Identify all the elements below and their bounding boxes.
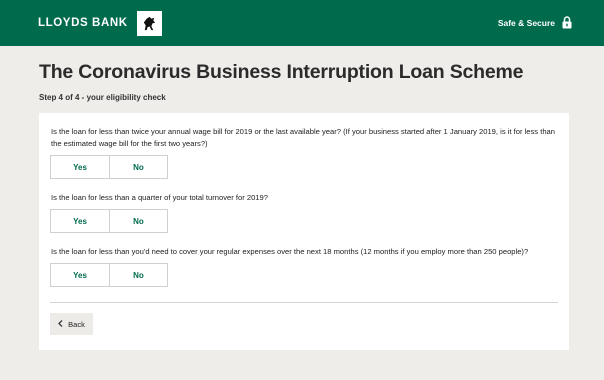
yes-button[interactable]: Yes [51, 264, 109, 286]
no-button[interactable]: No [109, 156, 167, 178]
safe-secure-label: Safe & Secure [497, 18, 555, 28]
page-title: The Coronavirus Business Interruption Lo… [39, 61, 524, 83]
lock-icon [562, 15, 572, 31]
answer-group-turnover: Yes No [50, 209, 168, 233]
question-regular-expenses: Is the loan for less than you'd need to … [51, 247, 529, 256]
question-turnover: Is the loan for less than a quarter of y… [51, 193, 268, 202]
horse-logo-icon [136, 10, 162, 36]
back-label: Back [68, 319, 85, 329]
eligibility-card: Is the loan for less than twice your ann… [39, 113, 569, 350]
divider [50, 302, 558, 303]
no-button[interactable]: No [109, 264, 167, 286]
no-button[interactable]: No [109, 210, 167, 232]
chevron-left-icon [58, 319, 63, 329]
step-indicator: Step 4 of 4 - your eligibility check [39, 93, 166, 102]
safe-secure[interactable]: Safe & Secure [497, 15, 572, 31]
question-wage-bill: Is the loan for less than twice your ann… [51, 127, 555, 148]
brand[interactable]: LLOYDS BANK [38, 10, 162, 36]
back-button[interactable]: Back [50, 313, 93, 335]
yes-button[interactable]: Yes [51, 156, 109, 178]
top-header: LLOYDS BANK Safe & Secure [0, 0, 604, 46]
yes-button[interactable]: Yes [51, 210, 109, 232]
answer-group-regular-expenses: Yes No [50, 263, 168, 287]
answer-group-wage-bill: Yes No [50, 155, 168, 179]
brand-name: LLOYDS BANK [38, 17, 128, 29]
